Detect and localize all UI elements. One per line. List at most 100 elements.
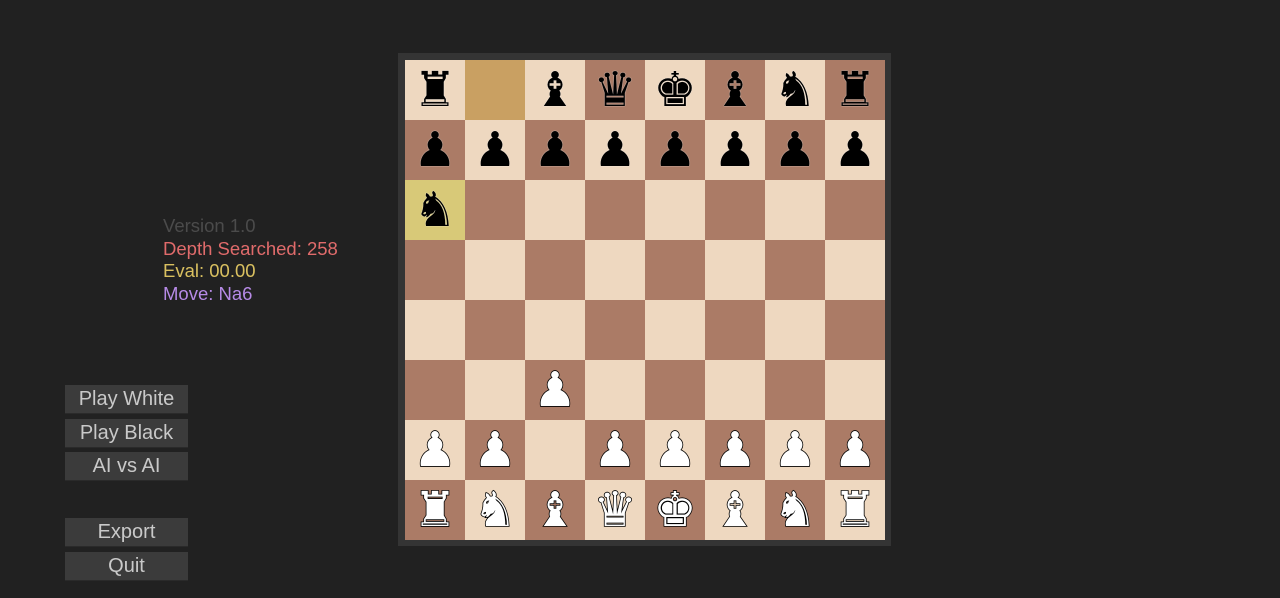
white-rook-icon[interactable]: ♜ bbox=[825, 480, 885, 540]
square-b6[interactable] bbox=[465, 180, 525, 240]
chess-board[interactable]: ♜ ♝ ♛ ♚ ♝ ♞ ♜ ♟ ♟ ♟ ♟ ♟ ♟ ♟ ♟ ♞ ♟ ♟ ♟ ♟ ♟ ♟ ♟ ♟ ♜ ♞ ♝ ♛ ♚ ♝ ♞ ♜ bbox=[405, 60, 885, 540]
square-f4[interactable] bbox=[705, 300, 765, 360]
square-f1[interactable]: ♝ bbox=[705, 480, 765, 540]
square-g4[interactable] bbox=[765, 300, 825, 360]
square-e1[interactable]: ♚ bbox=[645, 480, 705, 540]
square-a7[interactable]: ♟ bbox=[405, 120, 465, 180]
square-e3[interactable] bbox=[645, 360, 705, 420]
white-bishop-icon[interactable]: ♝ bbox=[705, 480, 765, 540]
square-h5[interactable] bbox=[825, 240, 885, 300]
square-h4[interactable] bbox=[825, 300, 885, 360]
play-white-button[interactable]: Play White bbox=[65, 385, 188, 413]
white-king-icon[interactable]: ♚ bbox=[645, 480, 705, 540]
square-f5[interactable] bbox=[705, 240, 765, 300]
square-c7[interactable]: ♟ bbox=[525, 120, 585, 180]
square-a4[interactable] bbox=[405, 300, 465, 360]
quit-button[interactable]: Quit bbox=[65, 552, 188, 580]
black-rook-icon[interactable]: ♜ bbox=[825, 60, 885, 120]
square-h3[interactable] bbox=[825, 360, 885, 420]
square-f8[interactable]: ♝ bbox=[705, 60, 765, 120]
square-a1[interactable]: ♜ bbox=[405, 480, 465, 540]
square-c5[interactable] bbox=[525, 240, 585, 300]
black-pawn-icon[interactable]: ♟ bbox=[825, 120, 885, 180]
square-h1[interactable]: ♜ bbox=[825, 480, 885, 540]
square-a8[interactable]: ♜ bbox=[405, 60, 465, 120]
white-pawn-icon[interactable]: ♟ bbox=[465, 420, 525, 480]
square-h2[interactable]: ♟ bbox=[825, 420, 885, 480]
white-pawn-icon[interactable]: ♟ bbox=[645, 420, 705, 480]
black-pawn-icon[interactable]: ♟ bbox=[645, 120, 705, 180]
square-a3[interactable] bbox=[405, 360, 465, 420]
square-h7[interactable]: ♟ bbox=[825, 120, 885, 180]
white-pawn-icon[interactable]: ♟ bbox=[585, 420, 645, 480]
white-bishop-icon[interactable]: ♝ bbox=[525, 480, 585, 540]
square-g8[interactable]: ♞ bbox=[765, 60, 825, 120]
black-pawn-icon[interactable]: ♟ bbox=[465, 120, 525, 180]
white-pawn-icon[interactable]: ♟ bbox=[765, 420, 825, 480]
white-knight-icon[interactable]: ♞ bbox=[465, 480, 525, 540]
square-e6[interactable] bbox=[645, 180, 705, 240]
square-c2[interactable] bbox=[525, 420, 585, 480]
square-d6[interactable] bbox=[585, 180, 645, 240]
square-c6[interactable] bbox=[525, 180, 585, 240]
square-d4[interactable] bbox=[585, 300, 645, 360]
ai-vs-ai-button[interactable]: AI vs AI bbox=[65, 452, 188, 480]
white-pawn-icon[interactable]: ♟ bbox=[525, 360, 585, 420]
white-pawn-icon[interactable]: ♟ bbox=[705, 420, 765, 480]
white-pawn-icon[interactable]: ♟ bbox=[405, 420, 465, 480]
black-king-icon[interactable]: ♚ bbox=[645, 60, 705, 120]
square-d3[interactable] bbox=[585, 360, 645, 420]
black-pawn-icon[interactable]: ♟ bbox=[765, 120, 825, 180]
square-b4[interactable] bbox=[465, 300, 525, 360]
square-h6[interactable] bbox=[825, 180, 885, 240]
square-f6[interactable] bbox=[705, 180, 765, 240]
square-f2[interactable]: ♟ bbox=[705, 420, 765, 480]
square-g3[interactable] bbox=[765, 360, 825, 420]
square-f7[interactable]: ♟ bbox=[705, 120, 765, 180]
square-d1[interactable]: ♛ bbox=[585, 480, 645, 540]
square-c4[interactable] bbox=[525, 300, 585, 360]
square-g6[interactable] bbox=[765, 180, 825, 240]
white-rook-icon[interactable]: ♜ bbox=[405, 480, 465, 540]
square-d7[interactable]: ♟ bbox=[585, 120, 645, 180]
white-pawn-icon[interactable]: ♟ bbox=[825, 420, 885, 480]
square-g5[interactable] bbox=[765, 240, 825, 300]
square-e4[interactable] bbox=[645, 300, 705, 360]
square-c8[interactable]: ♝ bbox=[525, 60, 585, 120]
square-b5[interactable] bbox=[465, 240, 525, 300]
square-e2[interactable]: ♟ bbox=[645, 420, 705, 480]
square-g1[interactable]: ♞ bbox=[765, 480, 825, 540]
square-b1[interactable]: ♞ bbox=[465, 480, 525, 540]
black-knight-icon[interactable]: ♞ bbox=[405, 180, 465, 240]
black-pawn-icon[interactable]: ♟ bbox=[705, 120, 765, 180]
square-d5[interactable] bbox=[585, 240, 645, 300]
black-bishop-icon[interactable]: ♝ bbox=[525, 60, 585, 120]
black-rook-icon[interactable]: ♜ bbox=[405, 60, 465, 120]
square-a5[interactable] bbox=[405, 240, 465, 300]
square-b3[interactable] bbox=[465, 360, 525, 420]
square-a6[interactable]: ♞ bbox=[405, 180, 465, 240]
square-d8[interactable]: ♛ bbox=[585, 60, 645, 120]
square-e7[interactable]: ♟ bbox=[645, 120, 705, 180]
black-knight-icon[interactable]: ♞ bbox=[765, 60, 825, 120]
black-bishop-icon[interactable]: ♝ bbox=[705, 60, 765, 120]
square-b2[interactable]: ♟ bbox=[465, 420, 525, 480]
black-queen-icon[interactable]: ♛ bbox=[585, 60, 645, 120]
black-pawn-icon[interactable]: ♟ bbox=[585, 120, 645, 180]
square-b8[interactable] bbox=[465, 60, 525, 120]
square-e8[interactable]: ♚ bbox=[645, 60, 705, 120]
white-queen-icon[interactable]: ♛ bbox=[585, 480, 645, 540]
square-g2[interactable]: ♟ bbox=[765, 420, 825, 480]
square-g7[interactable]: ♟ bbox=[765, 120, 825, 180]
square-c3[interactable]: ♟ bbox=[525, 360, 585, 420]
square-f3[interactable] bbox=[705, 360, 765, 420]
white-knight-icon[interactable]: ♞ bbox=[765, 480, 825, 540]
square-b7[interactable]: ♟ bbox=[465, 120, 525, 180]
square-c1[interactable]: ♝ bbox=[525, 480, 585, 540]
play-black-button[interactable]: Play Black bbox=[65, 419, 188, 447]
square-e5[interactable] bbox=[645, 240, 705, 300]
black-pawn-icon[interactable]: ♟ bbox=[525, 120, 585, 180]
square-h8[interactable]: ♜ bbox=[825, 60, 885, 120]
export-button[interactable]: Export bbox=[65, 518, 188, 546]
black-pawn-icon[interactable]: ♟ bbox=[405, 120, 465, 180]
